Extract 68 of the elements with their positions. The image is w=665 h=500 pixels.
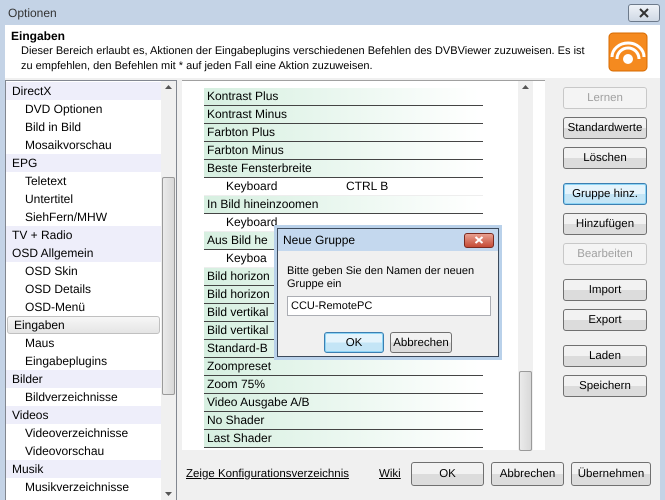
- shortcut-row[interactable]: Keyboard CTRL B: [204, 178, 483, 196]
- category-item[interactable]: Bilder: [6, 370, 161, 388]
- category-subitem[interactable]: Bildverzeichnisse: [6, 388, 161, 406]
- scroll-thumb[interactable]: [162, 177, 175, 395]
- action-button[interactable]: Import: [563, 279, 647, 301]
- category-subitem[interactable]: SiehFern/MHW: [6, 208, 161, 226]
- command-row[interactable]: Kontrast Minus: [204, 106, 483, 124]
- category-subitem[interactable]: Videoverzeichnisse: [6, 424, 161, 442]
- dialog-prompt: Bitte geben Sie den Namen der neuen Gruppe ein: [287, 265, 476, 291]
- dialog-button[interactable]: OK: [324, 332, 384, 353]
- footer-link[interactable]: Zeige Konfigurationsverzeichnis: [186, 468, 350, 480]
- category-subitem[interactable]: Untertitel: [6, 190, 161, 208]
- command-row[interactable]: Zoom 75%: [204, 376, 483, 394]
- category-subitem[interactable]: OSD Skin: [6, 262, 161, 280]
- dialog-button[interactable]: Abbrechen: [390, 332, 452, 353]
- category-subitem[interactable]: Musikverzeichnisse: [6, 478, 161, 496]
- window-title: Optionen: [7, 6, 57, 20]
- category-item[interactable]: OSD Allgemein: [6, 244, 161, 262]
- category-subitem[interactable]: Bild in Bild: [6, 118, 161, 136]
- category-subitem[interactable]: OSD-Menü: [6, 298, 161, 316]
- footer-button[interactable]: OK: [411, 462, 484, 486]
- command-row[interactable]: Farbton Minus: [204, 142, 483, 160]
- close-button[interactable]: [464, 232, 494, 248]
- footer-button[interactable]: Abbrechen: [491, 462, 564, 486]
- action-button[interactable]: Gruppe hinz.: [563, 183, 647, 205]
- group-name-field[interactable]: CCU-RemotePC: [287, 296, 491, 316]
- command-row[interactable]: Zoompreset: [204, 358, 483, 376]
- action-button[interactable]: Hinzufügen: [563, 213, 647, 235]
- category-subitem[interactable]: Eingabeplugins: [6, 352, 161, 370]
- scroll-down-icon: [165, 492, 172, 496]
- signal-waves-icon: [608, 32, 648, 72]
- command-row[interactable]: Beste Fensterbreite: [204, 160, 483, 178]
- action-button[interactable]: Löschen: [563, 147, 647, 169]
- section-description: Dieser Bereich erlaubt es, Aktionen der Eingabeplugins verschiedenen Befehlen des DVBViewer zuzuweisen. Es ist zu empfehlen, den Befehlen mit * auf jeden Fall eine Aktion zuzuweisen.: [20, 44, 586, 74]
- footer-button[interactable]: Übernehmen: [571, 462, 651, 486]
- action-button[interactable]: Laden: [563, 345, 647, 367]
- action-button[interactable]: Standardwerte: [563, 117, 647, 139]
- close-icon: [474, 236, 484, 244]
- scroll-up-icon: [522, 85, 529, 89]
- scrollbar[interactable]: [161, 81, 176, 500]
- category-subitem[interactable]: Videovorschau: [6, 442, 161, 460]
- category-subitem[interactable]: Mosaikvorschau: [6, 136, 161, 154]
- scroll-up-icon: [165, 85, 172, 89]
- category-item[interactable]: Eingaben: [7, 316, 160, 334]
- footer-link[interactable]: Wiki: [379, 468, 401, 480]
- scroll-thumb[interactable]: [519, 371, 532, 451]
- category-item[interactable]: EPG: [6, 154, 161, 172]
- category-item[interactable]: DirectX: [6, 82, 161, 100]
- category-item[interactable]: Musik: [6, 460, 161, 478]
- command-row[interactable]: In Bild hineinzoomen: [204, 196, 483, 214]
- command-row[interactable]: No Shader: [204, 412, 483, 430]
- dialog-title: Neue Gruppe: [283, 233, 356, 247]
- action-button[interactable]: Speichern: [563, 375, 647, 397]
- command-row[interactable]: Farbton Plus: [204, 124, 483, 142]
- close-button[interactable]: [628, 4, 660, 22]
- section-title: Eingaben: [11, 29, 66, 43]
- category-subitem[interactable]: OSD Details: [6, 280, 161, 298]
- command-row[interactable]: Kontrast Plus: [204, 88, 483, 106]
- command-row[interactable]: Last Shader: [204, 430, 483, 448]
- close-icon: [638, 8, 650, 18]
- category-subitem[interactable]: Maus: [6, 334, 161, 352]
- category-item[interactable]: TV + Radio: [6, 226, 161, 244]
- scrollbar[interactable]: [518, 81, 533, 450]
- category-subitem[interactable]: DVD Optionen: [6, 100, 161, 118]
- category-item[interactable]: Videos: [6, 406, 161, 424]
- category-subitem[interactable]: Teletext: [6, 172, 161, 190]
- action-button[interactable]: Export: [563, 309, 647, 331]
- command-row[interactable]: Video Ausgabe A/B: [204, 394, 483, 412]
